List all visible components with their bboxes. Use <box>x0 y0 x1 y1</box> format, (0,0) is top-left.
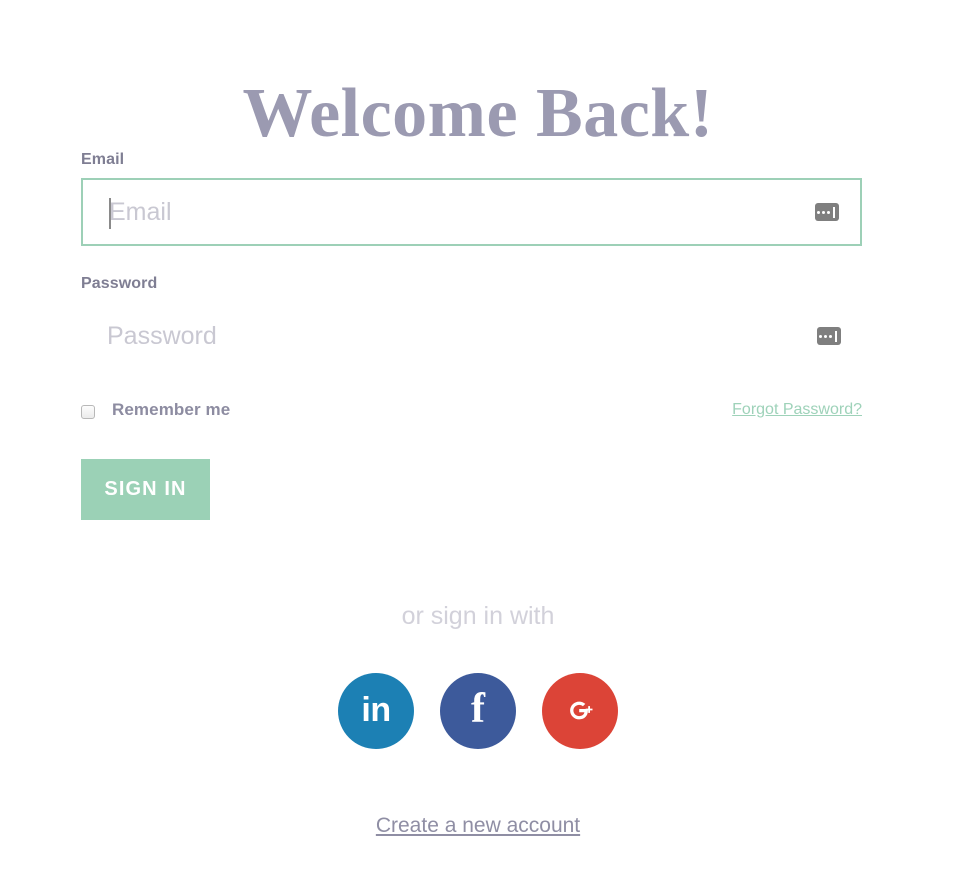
autofill-dot <box>822 210 825 214</box>
google-plus-sign-in-button[interactable] <box>542 673 618 749</box>
create-account-container: Create a new account <box>0 814 956 838</box>
remember-me-checkbox[interactable] <box>81 404 95 419</box>
password-autofill-icon[interactable] <box>817 327 841 345</box>
page-title: Welcome Back! <box>242 74 714 152</box>
social-buttons-row: in f <box>0 673 956 749</box>
sign-in-button[interactable]: SIGN IN <box>81 459 210 520</box>
email-label: Email <box>81 151 125 168</box>
password-autofill-icon[interactable] <box>815 203 839 221</box>
autofill-dot <box>829 334 832 338</box>
facebook-icon: f <box>471 686 485 732</box>
autofill-dot <box>824 334 827 338</box>
create-account-link[interactable]: Create a new account <box>376 814 580 837</box>
google-plus-icon <box>565 696 595 726</box>
autofill-bar <box>833 206 835 218</box>
forgot-password-link[interactable]: Forgot Password? <box>732 400 862 420</box>
autofill-dot <box>827 210 830 214</box>
login-form: Email Password <box>81 150 862 520</box>
login-page: Welcome Back! Email Password <box>0 0 956 884</box>
autofill-bar <box>835 330 837 342</box>
field-spacer <box>81 246 862 274</box>
autofill-dot <box>819 334 822 338</box>
text-caret <box>109 198 111 229</box>
remember-me-group[interactable]: Remember me <box>81 400 230 420</box>
linkedin-sign-in-button[interactable]: in <box>338 673 414 749</box>
email-input-wrapper[interactable] <box>81 178 862 246</box>
remember-me-label: Remember me <box>112 400 231 419</box>
facebook-sign-in-button[interactable]: f <box>440 673 516 749</box>
remember-row: Remember me Forgot Password? <box>81 400 862 430</box>
email-input[interactable] <box>83 180 860 244</box>
autofill-dot <box>817 210 820 214</box>
password-input-wrapper[interactable] <box>81 302 862 370</box>
password-label: Password <box>81 275 158 292</box>
password-input[interactable] <box>81 302 862 370</box>
linkedin-icon: in <box>361 691 391 729</box>
social-divider-text: or sign in with <box>401 602 555 630</box>
